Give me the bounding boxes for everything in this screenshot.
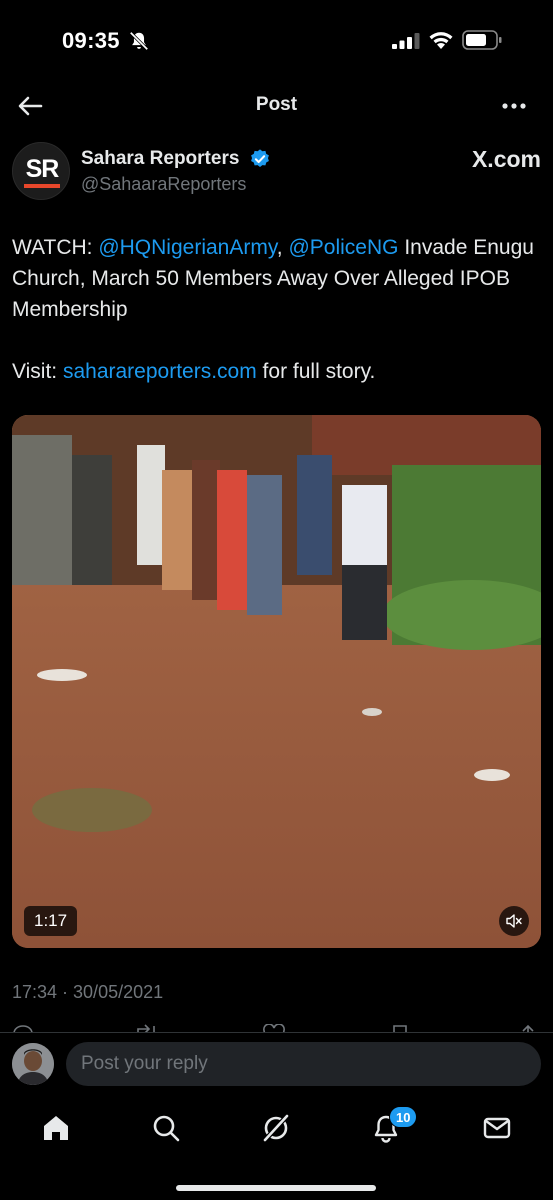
page-title: Post	[255, 94, 298, 115]
post-timestamp: 17:34 · 30/05/2021	[12, 982, 164, 1002]
mention-link[interactable]: @PoliceNG	[288, 236, 398, 259]
tab-messages[interactable]	[481, 1112, 513, 1144]
wifi-icon	[429, 32, 453, 49]
volume-muted-icon	[506, 914, 522, 928]
more-horizontal-icon[interactable]	[501, 96, 527, 116]
post-text-separator: ,	[276, 236, 289, 259]
visit-prefix: Visit:	[12, 360, 63, 383]
search-icon	[153, 1115, 180, 1142]
avatar-logo-bar	[24, 184, 60, 188]
tab-grok[interactable]	[260, 1112, 292, 1144]
video-duration: 1:17	[24, 906, 78, 936]
source-label: X.com	[471, 146, 541, 172]
author-name[interactable]: Sahara Reporters	[81, 148, 239, 170]
messages-icon	[483, 1117, 511, 1139]
video-frame	[12, 415, 541, 948]
tab-home[interactable]	[40, 1112, 72, 1144]
post-text-visit: Visit: saharareporters.com for full stor…	[12, 356, 541, 387]
tab-search[interactable]	[150, 1112, 182, 1144]
status-bar: 09:35	[0, 0, 553, 80]
status-time: 09:35	[62, 28, 120, 53]
reply-bar	[0, 1032, 553, 1094]
post-text-line: WATCH: @HQNigerianArmy, @PoliceNG Invade…	[12, 232, 541, 325]
mention-link[interactable]: @HQNigerianArmy	[98, 236, 276, 259]
grok-icon	[263, 1114, 289, 1142]
home-icon	[44, 1116, 68, 1140]
author-avatar[interactable]: SR	[12, 142, 70, 200]
author-handle[interactable]: @SahaaraReporters	[81, 174, 246, 195]
bottom-tab-bar: 10	[0, 1094, 553, 1200]
battery-icon	[462, 30, 502, 50]
reply-input[interactable]	[66, 1042, 541, 1086]
user-avatar-image	[12, 1043, 54, 1085]
home-indicator	[176, 1185, 376, 1191]
user-avatar[interactable]	[12, 1043, 54, 1085]
notifications-badge: 10	[389, 1106, 418, 1128]
verified-badge-icon	[251, 149, 269, 167]
cellular-signal-icon	[392, 33, 420, 49]
video-player[interactable]: 1:17	[12, 415, 541, 948]
bell-off-icon	[129, 31, 149, 51]
url-link[interactable]: saharareporters.com	[63, 360, 257, 383]
visit-suffix: for full story.	[256, 360, 376, 383]
post-text: WATCH: @HQNigerianArmy, @PoliceNG Invade…	[12, 232, 541, 387]
post-author: SR Sahara Reporters @SahaaraReporters X.…	[12, 142, 541, 202]
mute-button[interactable]	[499, 906, 529, 936]
post-text-prefix: WATCH:	[12, 236, 99, 259]
top-navigation: Post	[0, 80, 553, 132]
avatar-logo-text: SR	[25, 155, 60, 183]
